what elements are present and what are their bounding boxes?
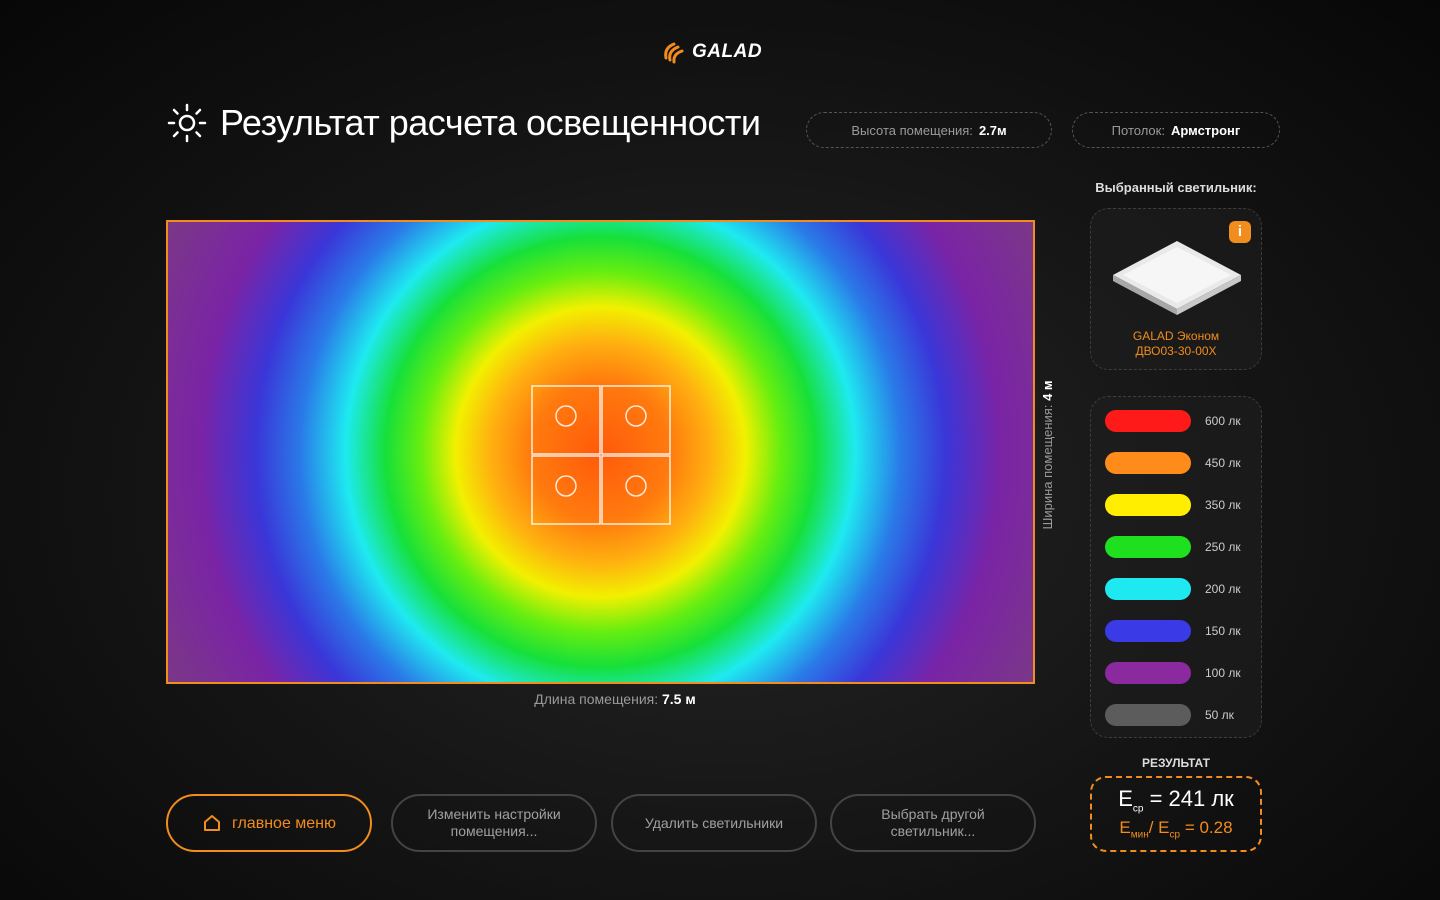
selected-luminaire-label: Выбранный светильник: (1095, 180, 1257, 195)
uniformity-ratio: Eмин/ Eср = 0.28 (1119, 818, 1233, 841)
legend-value: 150 лк (1205, 624, 1241, 638)
room-height-label: Высота помещения: (851, 122, 973, 138)
legend-swatch (1105, 662, 1191, 684)
legend-value: 600 лк (1205, 414, 1241, 428)
room-height-badge: Высота помещения: 2.7м (806, 112, 1052, 148)
legend-swatch (1105, 536, 1191, 558)
illuminance-heatmap (166, 220, 1035, 684)
ceiling-value: Армстронг (1170, 122, 1241, 138)
legend-value: 250 лк (1205, 540, 1241, 554)
room-width-value: 4 м (1040, 380, 1055, 401)
legend-item: 250 лк (1105, 536, 1251, 558)
legend-swatch (1105, 620, 1191, 642)
main-menu-button[interactable]: главное меню (166, 794, 372, 852)
room-length-caption: Длина помещения: (534, 691, 659, 707)
room-length-value: 7.5 м (662, 691, 696, 707)
legend-value: 450 лк (1205, 456, 1241, 470)
legend-swatch (1105, 578, 1191, 600)
legend-item: 50 лк (1105, 704, 1251, 726)
legend-item: 100 лк (1105, 662, 1251, 684)
galad-logo: GALAD (660, 36, 780, 68)
legend-value: 50 лк (1205, 708, 1234, 722)
choose-luminaire-button[interactable]: Выбрать другой светильник... (830, 794, 1036, 852)
room-height-value: 2.7м (978, 122, 1007, 138)
page-header: Результат расчета освещенности (166, 102, 761, 144)
legend-swatch (1105, 452, 1191, 474)
heatmap-canvas (168, 222, 1033, 682)
logo-text: GALAD (692, 41, 763, 62)
room-width-label: Ширина помещения: 4 м (1040, 360, 1060, 550)
luminaire-name: GALAD Эконом (1132, 329, 1220, 343)
room-length-label: Длина помещения: 7.5 м (380, 691, 850, 707)
ceiling-badge: Потолок: Армстронг (1072, 112, 1280, 148)
luminaire-model: ДВО03-30-00Х (1135, 344, 1217, 358)
legend-item: 350 лк (1105, 494, 1251, 516)
luminaire-panel-image (1113, 241, 1241, 315)
legend-value: 100 лк (1205, 666, 1241, 680)
legend-item: 450 лк (1105, 452, 1251, 474)
galad-logo-icon (664, 42, 684, 64)
legend-value: 350 лк (1205, 498, 1241, 512)
legend-swatch (1105, 494, 1191, 516)
legend-value: 200 лк (1205, 582, 1241, 596)
legend-swatch (1105, 704, 1191, 726)
legend-swatch (1105, 410, 1191, 432)
remove-luminaires-button[interactable]: Удалить светильники (611, 794, 817, 852)
home-icon (203, 815, 220, 831)
legend-item: 150 лк (1105, 620, 1251, 642)
result-box: Eср = 241 лк Eмин/ Eср = 0.28 (1090, 776, 1262, 852)
legend-item: 600 лк (1105, 410, 1251, 432)
illuminance-legend: 600 лк 450 лк 350 лк 250 лк 200 лк 150 л… (1090, 396, 1262, 738)
main-menu-label: главное меню (231, 814, 337, 832)
average-illuminance: Eср = 241 лк (1118, 786, 1234, 815)
sun-icon (167, 103, 207, 143)
page-title: Результат расчета освещенности (220, 102, 761, 143)
change-settings-button[interactable]: Изменить настройки помещения... (391, 794, 597, 852)
legend-item: 200 лк (1105, 578, 1251, 600)
room-width-caption: Ширина помещения: (1040, 404, 1055, 530)
ceiling-label: Потолок: (1111, 122, 1165, 138)
selected-luminaire-card[interactable]: i GALAD Эконом ДВО03-30-00Х (1090, 208, 1262, 370)
result-label: РЕЗУЛЬТАТ (1142, 756, 1210, 770)
